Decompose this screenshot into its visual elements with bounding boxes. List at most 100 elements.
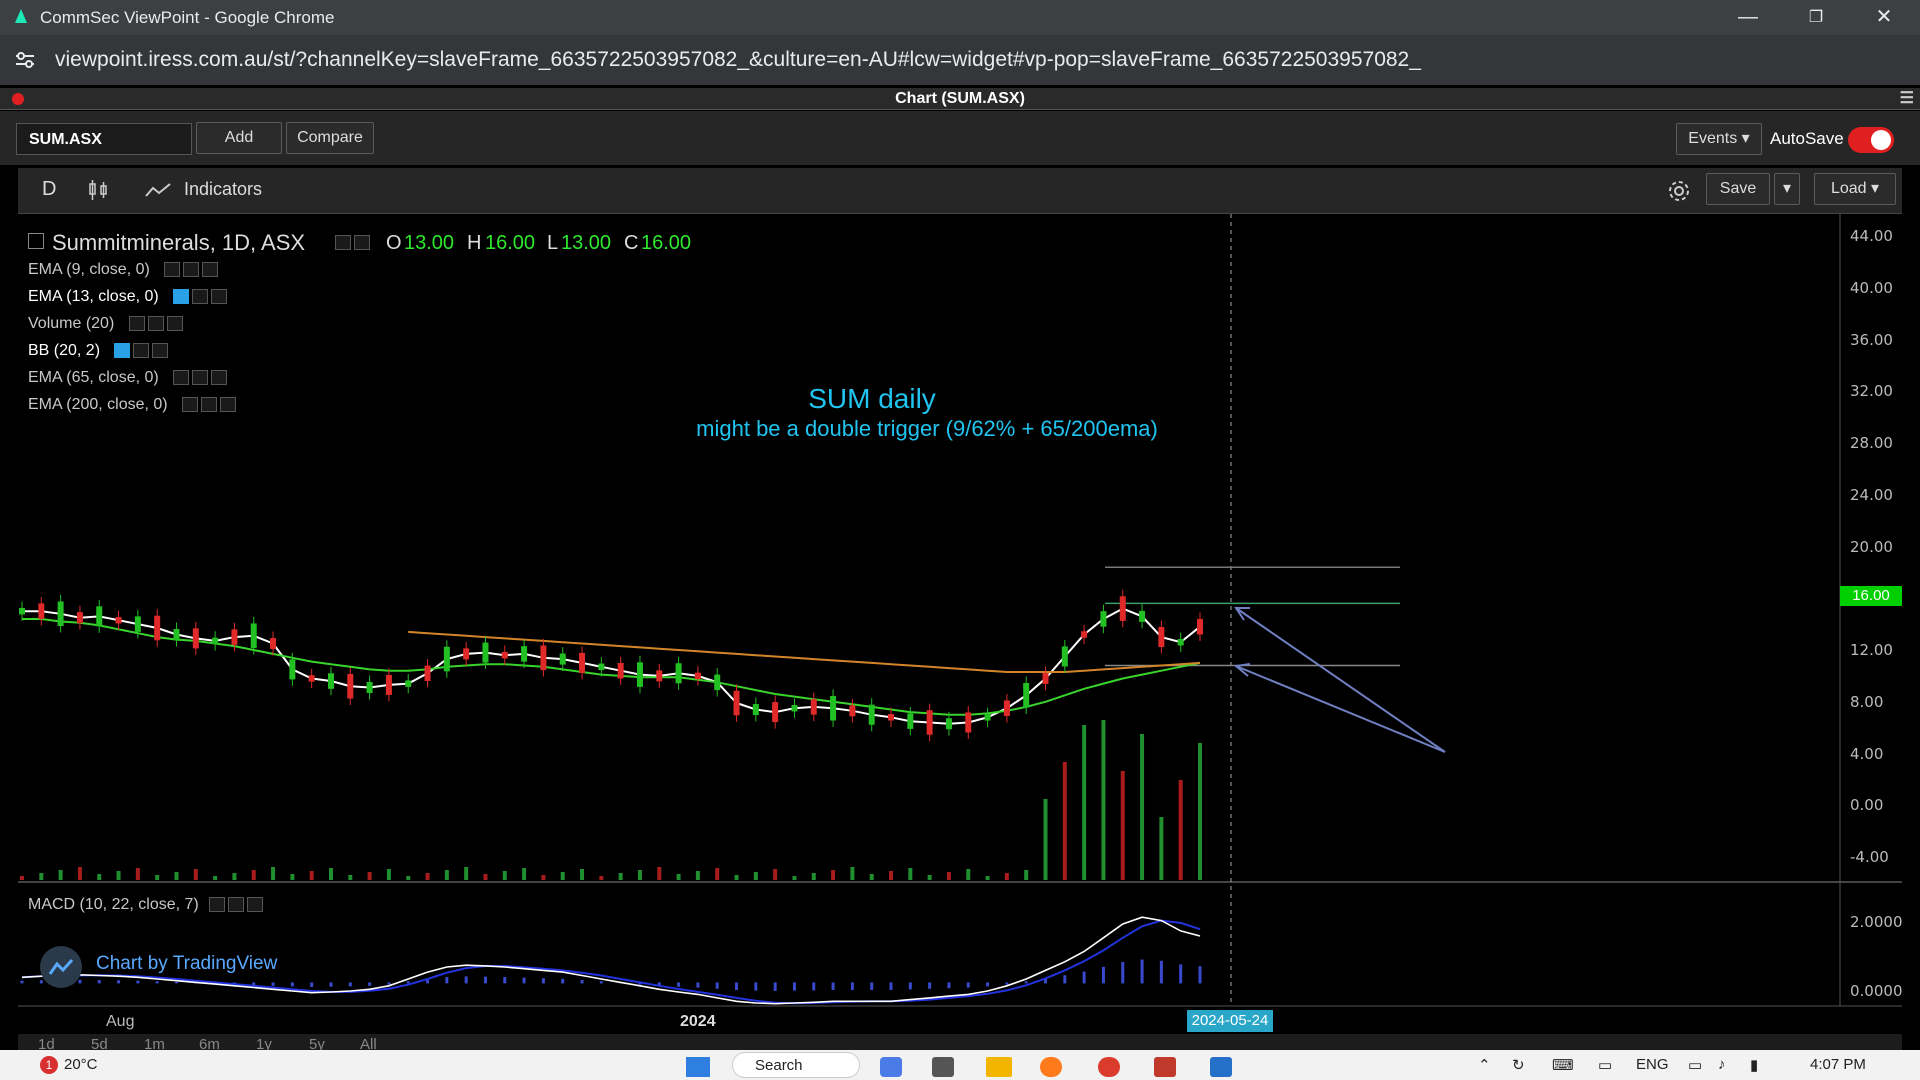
macd-histogram-bar: [908, 982, 912, 990]
volume-bar: [290, 874, 295, 880]
sync-icon[interactable]: ↻: [1512, 1056, 1525, 1074]
volume-bar: [1024, 870, 1029, 880]
macd-histogram-bar: [580, 979, 584, 984]
candle-body: [347, 673, 354, 699]
volume-bar: [676, 874, 681, 880]
macd-histogram-bar: [947, 982, 951, 989]
remove-icon[interactable]: [166, 316, 183, 332]
volume-bar: [444, 870, 449, 880]
annotation-subtitle[interactable]: might be a double trigger (9/62% + 65/20…: [560, 416, 1294, 442]
macd-histogram-bar: [599, 981, 603, 984]
remove-icon[interactable]: [220, 397, 237, 413]
eye-icon[interactable]: [114, 343, 131, 359]
settings-icon[interactable]: [133, 343, 150, 359]
macd-histogram-bar: [928, 982, 932, 989]
keyboard-icon[interactable]: ⌨: [1552, 1056, 1574, 1074]
ohlc-open-label: O: [386, 232, 402, 254]
remove-icon[interactable]: [247, 897, 264, 913]
battery-icon[interactable]: ▮: [1750, 1056, 1758, 1074]
volume-bar: [1120, 771, 1125, 880]
language-indicator[interactable]: ENG: [1636, 1056, 1669, 1073]
candle-body: [1003, 700, 1010, 716]
volume-bar: [580, 869, 585, 880]
indicator-volume[interactable]: Volume (20): [28, 315, 183, 333]
settings-icon[interactable]: [354, 235, 370, 251]
volume-bar: [502, 871, 507, 880]
copilot-icon[interactable]: [880, 1057, 902, 1077]
collapse-legend-icon[interactable]: [28, 233, 44, 249]
macd-histogram-bar: [503, 976, 507, 984]
settings-icon[interactable]: [192, 289, 209, 305]
volume-bar: [1062, 762, 1067, 880]
eye-icon[interactable]: [173, 289, 190, 305]
indicator-label: EMA (13, close, 0): [28, 288, 159, 305]
macd-histogram-bar: [271, 982, 275, 986]
indicator-ema200[interactable]: EMA (200, close, 0): [28, 396, 237, 414]
eye-icon[interactable]: [164, 262, 181, 278]
candle-body: [501, 651, 508, 659]
indicator-bb[interactable]: BB (20, 2): [28, 342, 169, 360]
eye-icon[interactable]: [209, 897, 226, 913]
candle-body: [96, 606, 103, 627]
macd-histogram-bar: [773, 982, 777, 991]
candle-body: [714, 674, 721, 691]
clock-time[interactable]: 4:07 PM: [1810, 1056, 1866, 1073]
settings-icon[interactable]: [192, 370, 209, 386]
tray-chevron-icon[interactable]: ⌃: [1478, 1056, 1491, 1074]
task-view-icon[interactable]: [932, 1057, 954, 1077]
settings-icon[interactable]: [183, 262, 200, 278]
candle-body: [1042, 672, 1049, 684]
candle-body: [134, 616, 141, 632]
candle-body: [327, 673, 334, 689]
macd-histogram-bar: [174, 981, 178, 984]
display-icon[interactable]: ▭: [1598, 1056, 1612, 1074]
indicator-ema65[interactable]: EMA (65, close, 0): [28, 369, 228, 387]
settings-icon[interactable]: [228, 897, 245, 913]
app-icon[interactable]: [1154, 1057, 1176, 1077]
candle-body: [1119, 596, 1126, 621]
price-axis-label: 4.00: [1850, 744, 1884, 763]
macd-histogram-bar: [155, 981, 159, 984]
eye-icon[interactable]: [173, 370, 190, 386]
macd-histogram-bar: [387, 982, 391, 985]
firefox-icon[interactable]: [1040, 1057, 1062, 1077]
candle-body: [984, 714, 991, 721]
volume-bar: [20, 876, 24, 880]
volume-bar: [213, 876, 218, 880]
eye-icon[interactable]: [182, 397, 199, 413]
tradingview-logo[interactable]: [40, 946, 82, 988]
ohlc-close-label: C: [624, 232, 639, 254]
file-explorer-icon[interactable]: [986, 1057, 1012, 1077]
eye-icon[interactable]: [335, 235, 351, 251]
chrome-icon[interactable]: [1098, 1057, 1120, 1077]
settings-icon[interactable]: [147, 316, 164, 332]
volume-bar: [1178, 780, 1183, 880]
candle-body: [868, 704, 875, 725]
candle-body: [154, 615, 161, 641]
app-icon[interactable]: [1210, 1057, 1232, 1077]
weather-temp[interactable]: 20°C: [64, 1056, 98, 1073]
indicator-ema13[interactable]: EMA (13, close, 0): [28, 288, 228, 306]
remove-icon[interactable]: [211, 370, 228, 386]
eye-icon[interactable]: [128, 316, 145, 332]
price-chart-svg[interactable]: [0, 0, 1920, 1080]
settings-icon[interactable]: [201, 397, 218, 413]
macd-histogram-bar: [889, 982, 893, 991]
last-price-tag: 16.00: [1840, 586, 1902, 606]
candle-body: [965, 712, 972, 733]
wifi-icon[interactable]: ▭: [1688, 1056, 1702, 1074]
windows-start-icon[interactable]: [686, 1057, 710, 1077]
volume-icon[interactable]: ♪: [1718, 1056, 1726, 1073]
cursor-date-tag: 2024-05-24: [1187, 1010, 1273, 1032]
macd-histogram-bar: [464, 976, 468, 984]
indicator-ema9[interactable]: EMA (9, close, 0): [28, 261, 219, 279]
tradingview-branding[interactable]: Chart by TradingView: [96, 953, 277, 975]
price-axis-label: 44.00: [1850, 227, 1893, 245]
candle-body: [945, 718, 952, 730]
volume-bar: [985, 876, 990, 880]
taskbar-search[interactable]: Search: [732, 1052, 860, 1078]
remove-icon[interactable]: [202, 262, 219, 278]
remove-icon[interactable]: [152, 343, 169, 359]
remove-icon[interactable]: [211, 289, 228, 305]
annotation-title[interactable]: SUM daily: [700, 383, 1044, 415]
